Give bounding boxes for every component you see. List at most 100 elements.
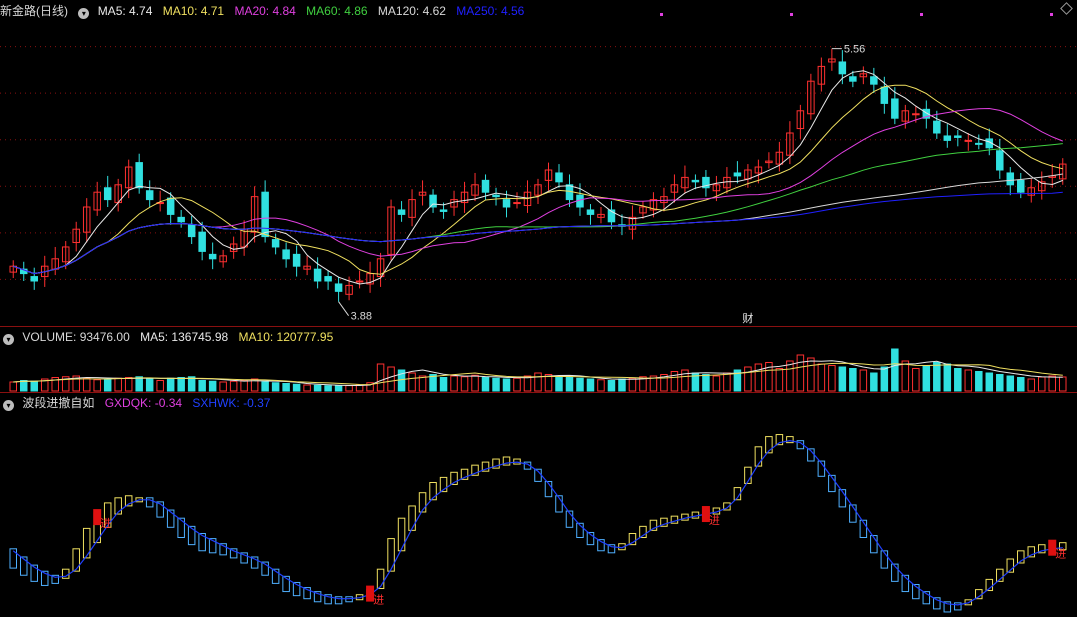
indicator-header: ▾ 波段进撤自如 GXDQK: -0.34 SXHWK: -0.37 — [0, 395, 277, 411]
volume-bar — [744, 366, 752, 392]
volume-bar — [985, 372, 994, 392]
volume-bar — [19, 380, 28, 392]
volume-bar — [1038, 376, 1046, 392]
candle-body — [429, 194, 437, 208]
volume-bar — [618, 378, 626, 392]
volume-bar — [450, 375, 458, 392]
candle-body — [954, 135, 962, 138]
volume-bar — [219, 381, 227, 392]
volume-bar — [30, 380, 38, 392]
candle-body — [502, 199, 511, 208]
volume-bar — [586, 378, 595, 392]
candle-body — [208, 253, 217, 260]
candle-body — [555, 172, 563, 183]
volume-bar — [849, 368, 857, 392]
candle-body — [513, 202, 521, 205]
volume-bar — [471, 374, 479, 392]
candle-body — [1017, 179, 1025, 193]
volume-chart-panel[interactable]: ▾ VOLUME: 93476.00 MA5: 136745.98 MA10: … — [0, 326, 1077, 392]
indicator-chart-panel[interactable]: 进进进进 ▾ 波段进撤自如 GXDQK: -0.34 SXHWK: -0.37 — [0, 392, 1077, 617]
volume-bar — [933, 362, 941, 392]
indicator-bar — [408, 505, 416, 531]
volume-bar — [460, 376, 469, 392]
volume-bar — [93, 379, 101, 392]
volume-bar — [145, 378, 154, 392]
top-dot-marker — [660, 13, 663, 16]
volume-bar — [1006, 375, 1015, 392]
entry-signal-label: 进 — [709, 514, 720, 527]
volume-bar — [723, 372, 731, 392]
volume-bar — [271, 382, 280, 392]
volume-bar — [492, 377, 500, 392]
volume-bar — [964, 369, 973, 392]
volume-bar — [292, 383, 301, 392]
candle-body — [870, 76, 878, 85]
volume-bar — [807, 357, 815, 392]
volume-bar — [534, 372, 542, 392]
entry-signal-label: 进 — [100, 517, 111, 530]
volume-bar — [891, 348, 899, 392]
collapse-icon[interactable]: ▾ — [3, 400, 14, 411]
indicator-bar — [187, 525, 196, 546]
volume-bar — [1027, 378, 1036, 392]
indicator-bar — [786, 436, 794, 444]
volume-ma5-label: MA5: 136745.98 — [140, 330, 229, 344]
sxhwk-line — [12, 439, 1063, 606]
candle-body — [103, 187, 112, 201]
volume-bar — [912, 368, 920, 392]
candle-body — [355, 280, 364, 283]
finance-marker: 财 — [742, 311, 753, 325]
volume-bar — [597, 379, 605, 392]
volume-bar — [838, 366, 847, 392]
volume-bar — [261, 381, 269, 392]
candle-body — [586, 209, 595, 215]
volume-bar — [198, 380, 206, 392]
ma120-label: MA120: 4.62 — [377, 4, 446, 18]
price-chart[interactable]: 5.56 3.88 财 — [0, 0, 1077, 326]
gxdqk-label: GXDQK: -0.34 — [104, 396, 183, 410]
candle-body — [733, 172, 742, 177]
volume-bar — [282, 383, 290, 392]
ma20-label: MA20: 4.84 — [234, 4, 296, 18]
indicator-bar — [177, 517, 185, 538]
volume-bar — [166, 377, 175, 392]
volume-bar — [996, 374, 1004, 392]
entry-signal-label: 进 — [373, 594, 384, 607]
volume-bar — [796, 354, 805, 392]
candle-body — [849, 76, 857, 82]
candle-body — [975, 142, 983, 145]
volume-bar — [135, 376, 143, 392]
candle-body — [880, 86, 889, 104]
volume-bar — [334, 385, 343, 392]
candle-body — [481, 179, 490, 193]
volume-ma10-label: MA10: 120777.95 — [238, 330, 334, 344]
volume-bar — [156, 380, 164, 392]
candle-body — [261, 191, 269, 238]
volume-bar — [670, 371, 679, 392]
candle-body — [996, 150, 1004, 171]
volume-bar — [975, 371, 983, 392]
candle-body — [145, 190, 154, 201]
volume-bar — [922, 365, 931, 392]
candle-body — [891, 98, 899, 119]
candle-body — [912, 113, 920, 116]
collapse-icon[interactable]: ▾ — [3, 334, 14, 345]
volume-bar — [754, 363, 763, 392]
entry-signal-label: 进 — [1055, 548, 1066, 561]
volume-bar — [481, 377, 490, 392]
volume-bar — [859, 369, 868, 392]
volume-bar — [103, 378, 112, 392]
low-price-label: 3.88 — [351, 311, 372, 323]
volume-bar — [303, 384, 311, 392]
price-chart-panel[interactable]: 5.56 3.88 财 新金路(日线) ▾ MA5: 4.74 MA10: 4.71… — [0, 0, 1077, 326]
indicator-bar — [145, 497, 154, 508]
volume-bar — [240, 380, 248, 392]
indicator-chart[interactable]: 进进进进 — [0, 392, 1077, 617]
volume-bar — [870, 372, 878, 392]
volume-bar — [114, 377, 122, 392]
candle-body — [271, 239, 280, 248]
candle-body — [187, 224, 196, 238]
volume-bar — [775, 368, 784, 392]
volume-bar — [555, 375, 563, 392]
collapse-icon[interactable]: ▾ — [78, 8, 90, 19]
